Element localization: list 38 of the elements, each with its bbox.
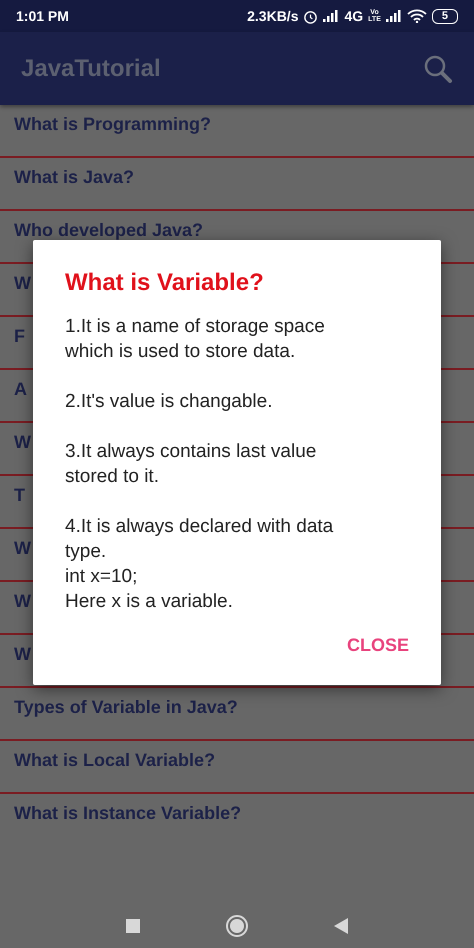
signal-icon	[323, 10, 340, 22]
dialog-paragraph: 4.It is always declared with data type. int x=10; Here x is a variable.	[65, 515, 334, 614]
topic-title: What is Local Variable?	[14, 751, 216, 769]
battery-indicator: 5	[432, 8, 458, 24]
topic-title: T	[14, 486, 25, 504]
close-button[interactable]: CLOSE	[346, 632, 409, 659]
app-title: JavaTutorial	[21, 54, 161, 84]
topic-title: Types of Variable in Java?	[14, 698, 238, 716]
topic-title: A	[14, 380, 27, 398]
home-icon[interactable]	[225, 914, 249, 938]
dialog-paragraph: 1.It is a name of storage space which is used to store data.	[65, 315, 326, 364]
signal-icon	[386, 10, 402, 22]
recents-icon[interactable]	[125, 918, 141, 934]
topic-row[interactable]: What is Local Variable?	[0, 741, 474, 794]
topic-title: What is Instance Variable?	[14, 804, 242, 822]
topic-title: W	[14, 645, 31, 663]
topic-title: W	[14, 592, 31, 610]
topic-title: What is Java?	[14, 168, 134, 186]
clock: 1:01 PM	[16, 6, 69, 26]
topic-title: F	[14, 327, 25, 345]
network-type: 4G	[344, 6, 364, 26]
topic-title: Who developed Java?	[14, 221, 204, 239]
search-icon[interactable]	[423, 54, 453, 84]
dialog-paragraph: 2.It's value is changable.	[65, 390, 274, 414]
topic-title: W	[14, 433, 31, 451]
dialog-title: What is Variable?	[65, 268, 265, 298]
topic-title: What is Programming?	[14, 115, 212, 133]
network-speed: 2.3KB/s	[247, 6, 298, 26]
topic-row[interactable]: What is Programming?	[0, 105, 474, 158]
wifi-icon	[406, 9, 427, 23]
topic-title: W	[14, 539, 31, 557]
topic-title: W	[14, 274, 31, 292]
topic-row[interactable]: What is Instance Variable?	[0, 794, 474, 825]
back-icon[interactable]	[333, 917, 349, 935]
dialog-paragraph: 3.It always contains last value stored to it.	[65, 440, 318, 489]
topic-row[interactable]: What is Java?	[0, 158, 474, 211]
topic-row[interactable]: Types of Variable in Java?	[0, 688, 474, 741]
alarm-icon	[303, 8, 318, 24]
